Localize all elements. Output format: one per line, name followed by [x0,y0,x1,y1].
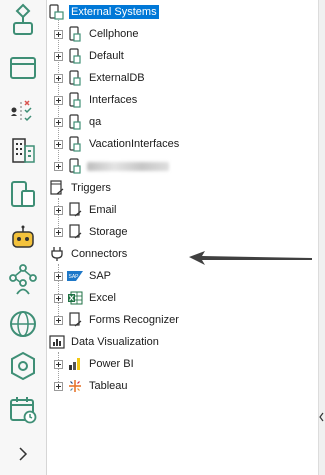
devices-icon[interactable] [5,176,41,212]
tree-node-external-systems[interactable]: External Systems [49,2,159,22]
device-icon [67,92,83,108]
tree-item-label: Excel [89,292,116,304]
expand-icon[interactable] [54,315,63,325]
tree-item-label: Cellphone [89,28,139,40]
sap-icon: SAP [67,268,83,284]
expand-icon[interactable] [54,139,63,149]
tree-node-label: Triggers [71,182,111,194]
splitter-grip-icon[interactable] [319,412,325,422]
plug-icon [49,246,65,262]
tableau-icon [67,378,83,394]
expand-icon[interactable] [54,51,63,61]
svg-text:SAP: SAP [69,274,80,280]
expand-icon[interactable] [54,271,63,281]
tree-view: External Systems Cellphone Default Exter… [47,0,318,475]
expand-icon[interactable] [54,293,63,303]
tree-item-externaldb[interactable]: ExternalDB [54,68,147,88]
expand-icon[interactable] [54,359,63,369]
expand-icon[interactable] [54,381,63,391]
expand-icon[interactable] [54,161,63,171]
device-icon [67,136,83,152]
tree-item-label: Forms Recognizer [89,314,179,326]
tree-node-label: External Systems [69,5,159,19]
tree-item-label: Tableau [89,380,128,392]
tree-node-data-visualization[interactable]: Data Visualization [49,332,161,352]
tree-item-label: Email [89,204,117,216]
expand-icon[interactable] [54,73,63,83]
bot-icon[interactable] [5,220,41,256]
device-icon [67,48,83,64]
forms-recognizer-icon [67,312,83,328]
tree-item-sap[interactable]: SAP SAP [54,266,113,286]
tree-node-label: Data Visualization [71,336,159,348]
expand-icon[interactable] [54,117,63,127]
tree-item-label: Default [89,50,124,62]
external-system-icon [49,4,65,20]
device-icon [67,26,83,42]
tree-item-vacationinterfaces[interactable]: VacationInterfaces [54,134,181,154]
trigger-icon [67,224,83,240]
device-icon [67,158,83,174]
tree-item-excel[interactable]: Excel [54,288,118,308]
tree-item-storage[interactable]: Storage [54,222,130,242]
expand-icon[interactable] [54,227,63,237]
organization-icon[interactable] [5,132,41,168]
trigger-icon [49,180,65,196]
tree-item-label: ExternalDB [89,72,145,84]
chart-icon [49,334,65,350]
tree-item-interfaces[interactable]: Interfaces [54,90,139,110]
power-bi-icon [67,356,83,372]
tree-item-forms-recognizer[interactable]: Forms Recognizer [54,310,181,330]
tree-item-label: Storage [89,226,128,238]
tree-node-label: Connectors [71,248,128,260]
splitter-bar[interactable] [318,0,325,475]
expand-icon[interactable] [54,95,63,105]
settings-icon[interactable] [5,348,41,384]
tree-item-label: Interfaces [89,94,138,106]
expand-icon[interactable] [54,205,63,215]
tree-item-label: Power BI [89,358,134,370]
people-network-icon[interactable] [5,262,41,298]
calendar-icon[interactable] [5,392,41,428]
globe-icon[interactable] [5,306,41,342]
tree-item-label: SAP [89,270,112,282]
expand-icon[interactable] [54,29,63,39]
device-icon [67,70,83,86]
excel-icon [67,290,83,306]
tree-item-power-bi[interactable]: Power BI [54,354,136,374]
tree-item-label: qa [89,116,102,128]
expand-chevron-icon[interactable] [5,436,41,472]
tree-item-default[interactable]: Default [54,46,126,66]
tree-node-triggers[interactable]: Triggers [49,178,113,198]
tree-item-tableau[interactable]: Tableau [54,376,130,396]
trigger-icon [67,202,83,218]
tree-item-email[interactable]: Email [54,200,119,220]
tree-item-redacted[interactable] [54,156,169,176]
rules-icon[interactable] [5,92,41,128]
annotation-arrow-icon [189,251,312,265]
tree-item-cellphone[interactable]: Cellphone [54,24,141,44]
tree-item-label: VacationInterfaces [89,138,180,150]
tree-item-qa[interactable]: qa [54,112,103,132]
tree-node-connectors[interactable]: Connectors [49,244,129,264]
device-icon [67,114,83,130]
forms-icon[interactable] [5,50,41,86]
redacted-label [87,161,169,171]
process-modeler-icon[interactable] [5,2,41,38]
left-rail [0,0,47,475]
